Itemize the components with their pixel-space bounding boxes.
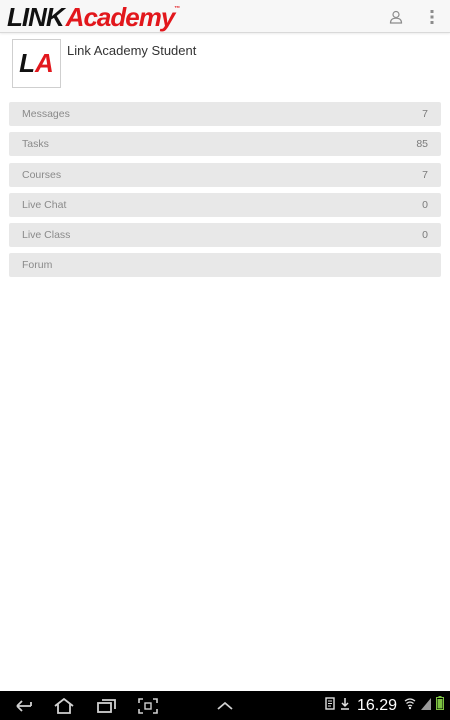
clock: 16.29 bbox=[356, 696, 397, 714]
chevron-up-icon[interactable] bbox=[213, 696, 237, 716]
download-icon bbox=[340, 697, 350, 715]
avatar: L A bbox=[12, 39, 61, 88]
menu-item-courses[interactable]: Courses 7 bbox=[9, 162, 441, 187]
status-area: 16.29 bbox=[325, 691, 444, 720]
home-icon[interactable] bbox=[51, 696, 77, 716]
menu-item-live-class[interactable]: Live Class 0 bbox=[9, 223, 441, 248]
recent-apps-icon[interactable] bbox=[95, 696, 119, 716]
menu-item-tasks[interactable]: Tasks 85 bbox=[9, 132, 441, 157]
profile-name: Link Academy Student bbox=[67, 43, 197, 58]
menu-item-label: Live Class bbox=[22, 229, 71, 242]
menu-item-messages[interactable]: Messages 7 bbox=[9, 102, 441, 126]
signal-icon bbox=[421, 697, 431, 715]
menu-item-live-chat[interactable]: Live Chat 0 bbox=[9, 192, 441, 217]
menu-item-label: Courses bbox=[22, 168, 62, 181]
notification-icon bbox=[325, 696, 335, 715]
avatar-letter-a: A bbox=[35, 48, 54, 78]
menu-list: Messages 7 Tasks 85 Courses 7 Live Chat … bbox=[9, 102, 441, 284]
menu-item-count: 0 bbox=[422, 198, 428, 211]
back-icon[interactable] bbox=[12, 696, 36, 716]
logo-trademark: ™ bbox=[174, 6, 180, 12]
logo-link-text: LINK bbox=[7, 1, 65, 32]
link-academy-logo: LINK Academy ™ bbox=[7, 0, 180, 33]
screenshot-icon[interactable] bbox=[136, 696, 160, 716]
menu-item-label: Live Chat bbox=[22, 198, 67, 211]
app-bar: LINK Academy ™ bbox=[0, 0, 450, 33]
menu-item-label: Tasks bbox=[22, 138, 49, 151]
user-icon[interactable] bbox=[386, 7, 406, 27]
system-bar: 16.29 bbox=[0, 691, 450, 720]
menu-item-count: 85 bbox=[416, 138, 428, 151]
menu-item-count: 7 bbox=[422, 168, 428, 181]
avatar-letter-l: L bbox=[19, 48, 36, 78]
battery-icon bbox=[436, 696, 444, 715]
menu-item-label: Forum bbox=[22, 259, 53, 272]
menu-item-count: 0 bbox=[422, 229, 428, 242]
logo-academy-text: Academy bbox=[65, 1, 176, 32]
overflow-menu-icon[interactable] bbox=[422, 7, 442, 27]
wifi-icon bbox=[404, 697, 416, 715]
menu-item-forum[interactable]: Forum bbox=[9, 253, 441, 278]
profile-header: L A Link Academy Student bbox=[12, 39, 438, 89]
menu-item-count: 7 bbox=[422, 108, 428, 120]
menu-item-label: Messages bbox=[22, 108, 70, 120]
